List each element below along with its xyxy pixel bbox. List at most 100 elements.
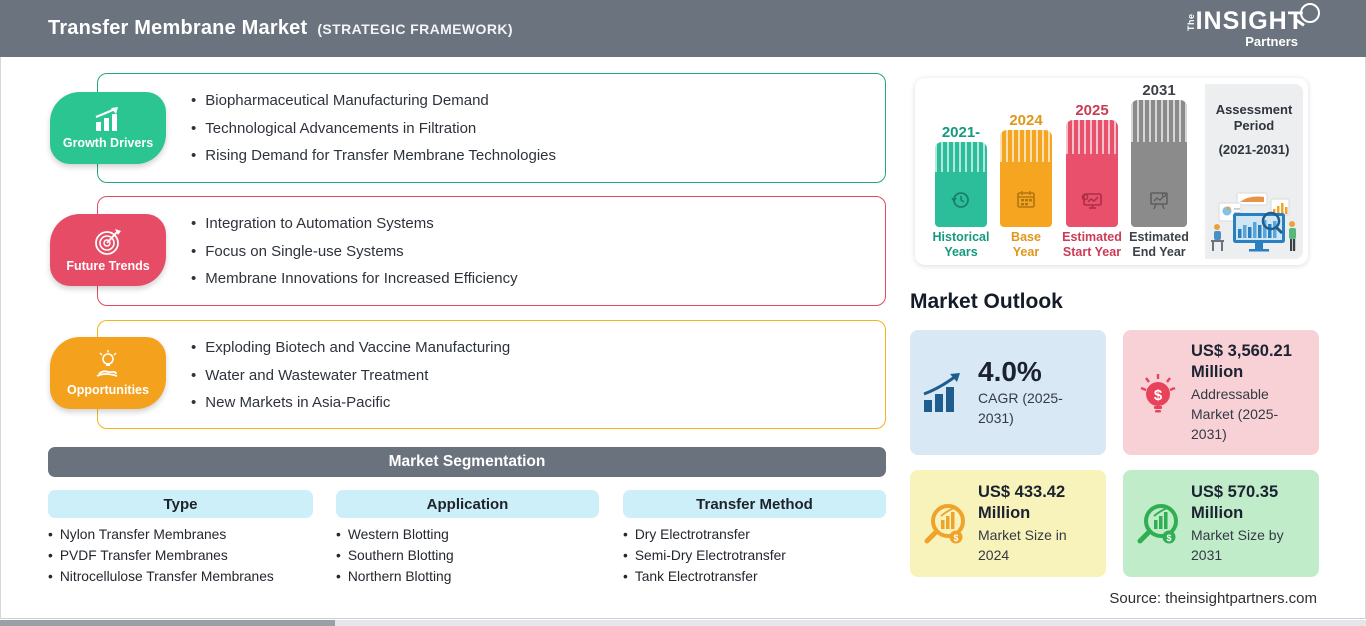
- source-attribution: Source: theinsightpartners.com: [1109, 590, 1317, 607]
- list-item: Exploding Biotech and Vaccine Manufactur…: [191, 334, 510, 362]
- market-size-2024-value: US$ 433.42 Million: [978, 483, 1066, 522]
- cagr-label: CAGR (2025-2031): [978, 390, 1063, 426]
- addressable-market-card: $ US$ 3,560.21 Million Addressable Marke…: [1123, 330, 1319, 455]
- card-text: US$ 3,560.21 Million Addressable Market …: [1191, 341, 1307, 444]
- card-text: 4.0% CAGR (2025-2031): [978, 357, 1094, 428]
- market-size-2031-value: US$ 570.35 Million: [1191, 483, 1279, 522]
- calendar-icon: [1017, 191, 1035, 208]
- page-title-group: Transfer Membrane Market (STRATEGIC FRAM…: [48, 17, 513, 40]
- future-trends-box: Integration to Automation Systems Focus …: [97, 196, 886, 306]
- monitor-gear-icon: [1081, 193, 1102, 209]
- logo-insight-text: INSIGHT: [1195, 7, 1304, 35]
- bar-category-line2: Years: [944, 244, 978, 259]
- application-list: Western Blotting Southern Blotting North…: [336, 525, 454, 587]
- bar-category-label: Base Year: [1000, 230, 1052, 259]
- future-trends-label: Future Trends: [66, 258, 150, 273]
- bar-category-line2: Start Year: [1062, 244, 1122, 259]
- bar-stripes: [1066, 120, 1118, 154]
- list-item: Integration to Automation Systems: [191, 210, 518, 238]
- magnifier-icon: [1300, 3, 1320, 23]
- bar-category-line2: End Year: [1132, 244, 1186, 259]
- page-title: Transfer Membrane Market: [48, 17, 308, 39]
- growth-bars-arrow-icon: [920, 372, 970, 414]
- list-item: Nylon Transfer Membranes: [48, 525, 274, 546]
- list-item: Rising Demand for Transfer Membrane Tech…: [191, 142, 556, 170]
- bar-category-label: Estimated End Year: [1127, 230, 1191, 259]
- bar-stripes: [1131, 100, 1187, 142]
- assessment-line1: Assessment: [1215, 102, 1293, 117]
- logo-partners-text: Partners: [1245, 34, 1298, 49]
- list-item: Membrane Innovations for Increased Effic…: [191, 265, 517, 293]
- future-trends-pill: Future Trends: [50, 214, 166, 286]
- segmentation-header-application: Application: [336, 490, 599, 518]
- svg-text:$: $: [953, 533, 958, 543]
- opportunities-label: Opportunities: [67, 382, 149, 397]
- infographic-page: Transfer Membrane Market (STRATEGIC FRAM…: [0, 0, 1366, 626]
- market-size-2024-card: $ US$ 433.42 Million Market Size in 2024: [910, 470, 1106, 577]
- assessment-range: (2021-2031): [1218, 142, 1290, 157]
- assessment-timeline-panel: 2021-2023 Historical Years 2024: [915, 78, 1308, 265]
- opportunities-box: Exploding Biotech and Vaccine Manufactur…: [97, 320, 886, 429]
- assessment-period-box: Assessment Period (2021-2031): [1205, 84, 1303, 259]
- column-header-label: Type: [163, 495, 198, 513]
- list-item: Tank Electrotransfer: [623, 567, 786, 588]
- list-item: New Markets in Asia-Pacific: [191, 389, 510, 417]
- logo-main: INSIGHT Partners: [1195, 7, 1304, 49]
- bulb-dollar-icon: $: [1133, 368, 1183, 418]
- bar-category-label: Estimated Start Year: [1060, 230, 1124, 259]
- cagr-card: 4.0% CAGR (2025-2031): [910, 330, 1106, 455]
- card-text: US$ 570.35 Million Market Size by 2031: [1191, 482, 1307, 565]
- growth-drivers-list: Biopharmaceutical Manufacturing Demand T…: [191, 87, 556, 170]
- addressable-market-label: Addressable Market (2025-2031): [1191, 386, 1279, 442]
- logo-the-text: The: [1185, 13, 1196, 31]
- addressable-market-value: US$ 3,560.21 Million: [1191, 342, 1292, 381]
- growth-drivers-pill: Growth Drivers: [50, 92, 166, 164]
- page-subtitle: (STRATEGIC FRAMEWORK): [317, 21, 513, 37]
- bar-chart-up-icon: [95, 106, 118, 131]
- year-label: 2024: [1009, 112, 1043, 129]
- cagr-value: 4.0%: [978, 356, 1042, 387]
- list-item: Southern Blotting: [336, 546, 454, 567]
- list-item: Technological Advancements in Filtration: [191, 115, 556, 143]
- bulb-hand-icon: [96, 349, 118, 377]
- bar-stripes: [935, 142, 987, 172]
- market-segmentation-bar: Market Segmentation: [48, 447, 886, 477]
- future-trends-list: Integration to Automation Systems Focus …: [191, 210, 518, 293]
- bar-stripes: [1000, 130, 1052, 162]
- opportunities-pill: Opportunities: [50, 337, 166, 409]
- list-item: Semi-Dry Electrotransfer: [623, 546, 786, 567]
- magnifier-chart-icon-green: $: [1133, 500, 1183, 548]
- bar-category-line1: Base: [1011, 230, 1041, 244]
- growth-drivers-label: Growth Drivers: [62, 135, 154, 150]
- opportunities-list: Exploding Biotech and Vaccine Manufactur…: [191, 334, 510, 417]
- card-text: US$ 433.42 Million Market Size in 2024: [978, 482, 1094, 565]
- year-label: 2031: [1142, 82, 1176, 99]
- list-item: Western Blotting: [336, 525, 454, 546]
- analytics-people-illustration: [1211, 192, 1296, 252]
- header-bar: Transfer Membrane Market (STRATEGIC FRAM…: [0, 0, 1366, 57]
- market-size-2024-label: Market Size in 2024: [978, 527, 1067, 563]
- list-item: Water and Wastewater Treatment: [191, 362, 510, 390]
- presentation-icon: [1150, 192, 1168, 210]
- bar-category-line1: Estimated: [1062, 230, 1122, 244]
- assessment-line2: Period: [1233, 118, 1275, 133]
- list-item: PVDF Transfer Membranes: [48, 546, 274, 567]
- list-item: Dry Electrotransfer: [623, 525, 786, 546]
- growth-drivers-box: Biopharmaceutical Manufacturing Demand T…: [97, 73, 886, 183]
- horizontal-scrollbar[interactable]: [0, 620, 1366, 626]
- magnifier-chart-icon-orange: $: [920, 500, 970, 548]
- bar-category-line1: Estimated: [1129, 230, 1189, 244]
- target-dart-icon: [95, 228, 121, 255]
- list-item: Focus on Single-use Systems: [191, 238, 518, 266]
- insight-partners-logo: The INSIGHT Partners: [1185, 3, 1320, 49]
- segmentation-header-transfer-method: Transfer Method: [623, 490, 886, 518]
- svg-text:$: $: [1154, 387, 1163, 404]
- year-label: 2025: [1075, 102, 1109, 119]
- column-header-label: Application: [426, 495, 509, 513]
- horizontal-scrollbar-thumb[interactable]: [0, 620, 335, 626]
- transfer-method-list: Dry Electrotransfer Semi-Dry Electrotran…: [623, 525, 786, 587]
- list-item: Nitrocellulose Transfer Membranes: [48, 567, 274, 588]
- type-list: Nylon Transfer Membranes PVDF Transfer M…: [48, 525, 274, 587]
- market-size-2031-card: $ US$ 570.35 Million Market Size by 2031: [1123, 470, 1319, 577]
- timeline-bar-estimated-start: [1066, 120, 1118, 227]
